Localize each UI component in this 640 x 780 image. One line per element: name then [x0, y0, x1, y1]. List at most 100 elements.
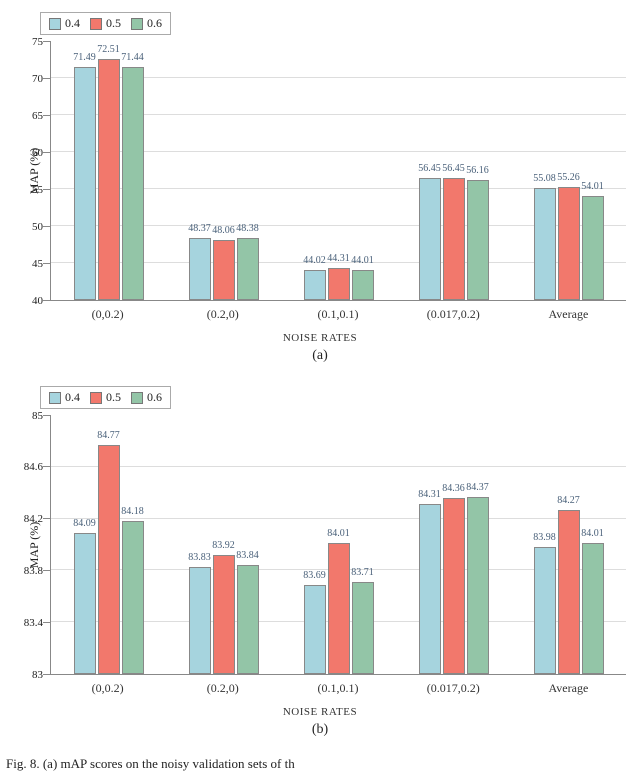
plot-area-b: MAP (%) 8383.483.884.284.68584.0984.7784… — [50, 415, 626, 675]
bar: 48.06 — [213, 240, 235, 300]
x-tick-label: Average — [511, 301, 626, 322]
bar: 44.02 — [304, 270, 326, 300]
bar-group: 83.8383.9283.84 — [166, 415, 281, 674]
y-tick-label: 75 — [17, 36, 43, 48]
bar: 84.27 — [558, 510, 580, 674]
bar-value-label: 44.01 — [351, 255, 374, 266]
y-tick — [43, 415, 51, 416]
bar: 48.37 — [189, 238, 211, 300]
x-tick-label: (0.2,0) — [165, 675, 280, 696]
x-tick-label: (0,0.2) — [50, 301, 165, 322]
bar-value-label: 48.37 — [188, 223, 211, 234]
chart-b: 0.4 0.5 0.6 MAP (%) 8383.483.884.284.685… — [6, 382, 634, 738]
bar: 83.98 — [534, 547, 556, 674]
figure-caption: Fig. 8. (a) mAP scores on the noisy vali… — [6, 756, 634, 772]
y-tick-label: 55 — [17, 184, 43, 196]
legend-item-04: 0.4 — [49, 16, 80, 31]
y-tick — [43, 263, 51, 264]
legend: 0.4 0.5 0.6 — [40, 386, 171, 409]
x-tick-label: (0.2,0) — [165, 301, 280, 322]
y-tick — [43, 78, 51, 79]
y-tick-label: 83.8 — [17, 565, 43, 577]
x-tick-label: (0.017,0.2) — [396, 675, 511, 696]
legend-label: 0.4 — [65, 16, 80, 31]
x-tick-label: (0.017,0.2) — [396, 301, 511, 322]
x-tick-label: (0,0.2) — [50, 675, 165, 696]
bar-value-label: 56.16 — [466, 165, 489, 176]
bar-value-label: 55.26 — [557, 172, 580, 183]
x-axis-label: NOISE RATES — [6, 706, 634, 718]
bar: 71.49 — [74, 67, 96, 300]
bar-value-label: 83.84 — [236, 550, 259, 561]
swatch-icon — [90, 18, 102, 30]
y-tick — [43, 115, 51, 116]
y-tick-label: 83 — [17, 669, 43, 681]
bar-value-label: 83.83 — [188, 552, 211, 563]
legend-label: 0.4 — [65, 390, 80, 405]
y-tick-label: 85 — [17, 410, 43, 422]
x-ticks-a: (0,0.2)(0.2,0)(0.1,0.1)(0.017,0.2)Averag… — [50, 301, 626, 322]
subcaption-b: (b) — [6, 722, 634, 738]
y-tick — [43, 466, 51, 467]
y-tick-label: 45 — [17, 258, 43, 270]
bar-value-label: 84.01 — [581, 528, 604, 539]
swatch-icon — [131, 18, 143, 30]
bar-value-label: 54.01 — [581, 181, 604, 192]
y-tick — [43, 674, 51, 675]
y-tick — [43, 300, 51, 301]
y-tick — [43, 152, 51, 153]
bar: 55.26 — [558, 187, 580, 300]
y-tick — [43, 518, 51, 519]
bar-value-label: 44.02 — [303, 255, 326, 266]
y-tick — [43, 622, 51, 623]
bar: 83.83 — [189, 567, 211, 674]
bar-value-label: 83.98 — [533, 532, 556, 543]
legend-item-06: 0.6 — [131, 16, 162, 31]
bar-value-label: 84.01 — [327, 528, 350, 539]
bar-value-label: 56.45 — [418, 163, 441, 174]
bar-value-label: 83.71 — [351, 567, 374, 578]
legend-label: 0.5 — [106, 390, 121, 405]
bar: 71.44 — [122, 67, 144, 300]
x-tick-label: (0.1,0.1) — [280, 301, 395, 322]
bar-group: 44.0244.3144.01 — [281, 41, 396, 300]
x-ticks-b: (0,0.2)(0.2,0)(0.1,0.1)(0.017,0.2)Averag… — [50, 675, 626, 696]
bar-value-label: 84.18 — [121, 506, 144, 517]
bar: 44.01 — [352, 270, 374, 300]
bar-value-label: 84.31 — [418, 489, 441, 500]
swatch-icon — [49, 18, 61, 30]
bar: 56.45 — [419, 178, 441, 300]
bar-group: 71.4972.5171.44 — [51, 41, 166, 300]
legend-label: 0.5 — [106, 16, 121, 31]
bar-value-label: 48.38 — [236, 223, 259, 234]
y-axis-label: MAP (%) — [27, 521, 42, 568]
bar-value-label: 84.09 — [73, 518, 96, 529]
y-tick-label: 65 — [17, 110, 43, 122]
swatch-icon — [131, 392, 143, 404]
y-tick-label: 50 — [17, 221, 43, 233]
chart-a: 0.4 0.5 0.6 MAP (%) 404550556065707571.4… — [6, 8, 634, 364]
y-tick-label: 70 — [17, 73, 43, 85]
bar-group: 83.6984.0183.71 — [281, 415, 396, 674]
bar: 56.45 — [443, 178, 465, 300]
bar: 84.01 — [582, 543, 604, 674]
bar-group: 84.3184.3684.37 — [396, 415, 511, 674]
bar: 84.36 — [443, 498, 465, 674]
bar-group: 48.3748.0648.38 — [166, 41, 281, 300]
bar-value-label: 71.49 — [73, 52, 96, 63]
bar: 84.77 — [98, 445, 120, 674]
bar: 84.09 — [74, 533, 96, 674]
bar: 84.37 — [467, 497, 489, 674]
y-tick — [43, 41, 51, 42]
bar-value-label: 84.27 — [557, 495, 580, 506]
y-tick-label: 40 — [17, 295, 43, 307]
bar: 84.01 — [328, 543, 350, 674]
y-tick-label: 60 — [17, 147, 43, 159]
plot-area-a: MAP (%) 404550556065707571.4972.5171.444… — [50, 41, 626, 301]
swatch-icon — [90, 392, 102, 404]
bar: 83.92 — [213, 555, 235, 674]
bar-value-label: 71.44 — [121, 52, 144, 63]
swatch-icon — [49, 392, 61, 404]
bar-group: 84.0984.7784.18 — [51, 415, 166, 674]
bar: 84.31 — [419, 504, 441, 674]
